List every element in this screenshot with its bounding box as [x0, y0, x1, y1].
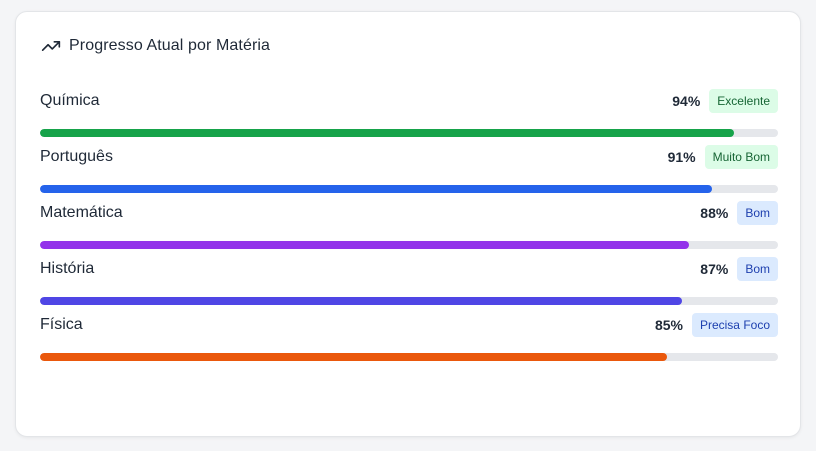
trending-up-icon: [41, 36, 61, 56]
progress-track: [40, 241, 778, 249]
subject-row-portugues: Português 91% Muito Bom: [40, 145, 778, 201]
subject-name: Português: [40, 148, 113, 165]
subject-list: Química 94% Excelente Português 91% Muit…: [40, 89, 778, 369]
subject-name: Matemática: [40, 204, 123, 221]
subject-row-historia: História 87% Bom: [40, 257, 778, 313]
subject-percent: 88%: [700, 205, 729, 221]
progress-fill: [40, 353, 668, 361]
subject-row-fisica: Física 85% Precisa Foco: [40, 313, 778, 369]
progress-track: [40, 129, 778, 137]
subject-percent: 85%: [654, 317, 683, 333]
status-badge: Muito Bom: [704, 145, 778, 169]
subject-name: Física: [40, 316, 83, 333]
card-title: Progresso Atual por Matéria: [69, 37, 271, 54]
progress-fill: [40, 297, 683, 305]
progress-track: [40, 297, 778, 305]
status-badge: Excelente: [709, 89, 778, 113]
progress-track: [40, 353, 778, 361]
subject-percent: 91%: [667, 149, 696, 165]
progress-track: [40, 185, 778, 193]
subject-name: Química: [40, 92, 100, 109]
progress-fill: [40, 185, 712, 193]
status-badge: Bom: [737, 257, 778, 281]
subject-percent: 94%: [672, 93, 701, 109]
subject-progress-card: Progresso Atual por Matéria Química 94% …: [15, 11, 801, 437]
subject-row-matematica: Matemática 88% Bom: [40, 201, 778, 257]
progress-fill: [40, 129, 734, 137]
subject-row-quimica: Química 94% Excelente: [40, 89, 778, 145]
progress-fill: [40, 241, 690, 249]
subject-percent: 87%: [700, 261, 729, 277]
card-header: Progresso Atual por Matéria: [41, 36, 270, 56]
status-badge: Bom: [737, 201, 778, 225]
status-badge: Precisa Foco: [691, 313, 778, 337]
subject-name: História: [40, 260, 95, 277]
